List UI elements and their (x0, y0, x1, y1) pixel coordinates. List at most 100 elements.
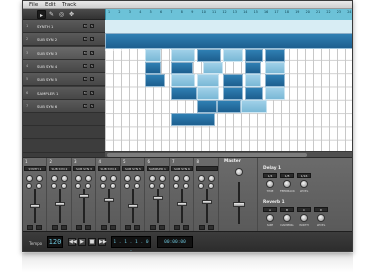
strip-knob[interactable] (36, 183, 42, 189)
strip-fader-cap[interactable] (128, 204, 138, 208)
strip-mute-button[interactable] (174, 225, 180, 230)
note-block[interactable] (171, 49, 195, 62)
track-solo-button[interactable]: S (90, 103, 94, 108)
eraser-tool-icon[interactable]: ◎ (57, 10, 66, 19)
strip-knob[interactable] (197, 183, 204, 189)
strip-knob[interactable] (26, 175, 33, 182)
strip-knob[interactable] (36, 175, 43, 182)
strip-solo-button[interactable] (60, 225, 67, 230)
strip-knob[interactable] (109, 183, 116, 189)
strip-mute-button[interactable] (198, 225, 205, 230)
strip-knob[interactable] (134, 183, 140, 189)
note-block[interactable] (265, 74, 285, 87)
strip-fader-cap[interactable] (177, 202, 187, 206)
rewind-button[interactable]: ◀◀ (68, 238, 77, 246)
strip-knob[interactable] (148, 183, 155, 189)
note-block[interactable] (265, 87, 285, 100)
strip-mute-button[interactable] (149, 225, 156, 230)
strip-knob[interactable] (75, 175, 82, 182)
strip-solo-button[interactable] (207, 225, 214, 230)
menu-edit[interactable]: Edit (45, 1, 56, 9)
strip-knob[interactable] (60, 183, 67, 189)
track-mute-button[interactable]: M (83, 63, 87, 68)
strip-knob[interactable] (99, 183, 106, 189)
menu-file[interactable]: File (29, 1, 38, 9)
track-mute-button[interactable]: M (83, 103, 87, 108)
strip-instrument-select[interactable]: SYNTH 1 (24, 166, 46, 171)
reverb-preset-button[interactable]: D (314, 207, 328, 212)
strip-solo-button[interactable] (134, 225, 140, 230)
strip-instrument-select[interactable]: SUB SYN 6 (171, 166, 193, 171)
strip-knob[interactable] (197, 175, 205, 182)
strip-fader-cap[interactable] (30, 204, 40, 208)
strip-knob[interactable] (85, 175, 92, 182)
track-row[interactable]: 5 SUB SYN 5 MS (23, 73, 105, 87)
track-row[interactable]: 1 SYNTH 1 MS (23, 20, 105, 33)
note-block[interactable] (217, 100, 241, 113)
master-pan-knob[interactable] (235, 168, 243, 176)
track-solo-button[interactable]: S (90, 63, 94, 68)
strip-knob[interactable] (109, 175, 117, 182)
note-block[interactable] (171, 87, 197, 100)
menu-track[interactable]: Track (62, 1, 76, 9)
track-solo-button[interactable]: S (90, 77, 94, 82)
strip-solo-button[interactable] (109, 225, 116, 230)
track-row[interactable]: 6 SAMPLER 1 MS (23, 86, 105, 100)
delay-knob[interactable] (300, 180, 308, 188)
strip-knob[interactable] (158, 183, 165, 189)
track-row[interactable]: 4 SUB SYN 4 MS (23, 59, 105, 73)
strip-knob[interactable] (85, 183, 91, 189)
note-block[interactable] (171, 74, 195, 87)
strip-instrument-select[interactable]: SUB SYN 4 (97, 166, 120, 171)
note-block[interactable] (197, 74, 219, 87)
note-block[interactable] (223, 74, 243, 87)
track-row[interactable]: 7 SUB SYN 6 MS (23, 99, 105, 113)
tempo-display[interactable]: 120 (47, 236, 63, 248)
strip-mute-button[interactable] (100, 225, 107, 230)
note-block[interactable] (223, 87, 243, 100)
pointer-tool-icon[interactable]: ▸ (37, 10, 46, 19)
strip-knob[interactable] (173, 183, 179, 189)
delay-preset-button[interactable]: 1/8 (280, 173, 294, 178)
note-block[interactable] (197, 100, 217, 113)
strip-knob[interactable] (207, 183, 214, 189)
strip-knob[interactable] (124, 175, 131, 182)
reverb-knob[interactable] (283, 214, 291, 222)
stop-button[interactable]: ■ (88, 238, 96, 246)
strip-mute-button[interactable] (76, 225, 82, 230)
track-solo-button[interactable]: S (90, 90, 94, 95)
strip-mute-button[interactable] (125, 225, 131, 230)
note-block[interactable] (105, 49, 129, 51)
strip-solo-button[interactable] (36, 225, 42, 230)
strip-knob[interactable] (60, 175, 68, 182)
strip-mute-button[interactable] (27, 225, 33, 230)
strip-knob[interactable] (50, 175, 58, 182)
note-block[interactable] (245, 62, 261, 74)
strip-fader-cap[interactable] (54, 202, 65, 206)
note-block[interactable] (265, 62, 285, 74)
strip-knob[interactable] (148, 175, 156, 182)
strip-fader-cap[interactable] (201, 200, 212, 204)
strip-mute-button[interactable] (51, 225, 58, 230)
strip-fader-cap[interactable] (79, 194, 89, 198)
reverb-preset-button[interactable]: A (263, 207, 277, 212)
pencil-tool-icon[interactable]: ✎ (47, 10, 56, 19)
strip-instrument-select[interactable]: SUB SYN 2 (48, 166, 71, 171)
note-block[interactable] (223, 49, 243, 62)
delay-knob[interactable] (283, 180, 291, 188)
note-block[interactable] (105, 33, 352, 49)
track-solo-button[interactable]: S (90, 24, 94, 28)
strip-solo-button[interactable] (183, 225, 189, 230)
note-grid[interactable] (105, 20, 352, 157)
note-block[interactable] (145, 49, 161, 62)
strip-knob[interactable] (158, 175, 166, 182)
note-block[interactable] (245, 74, 261, 87)
note-block[interactable] (145, 62, 161, 74)
delay-preset-button[interactable]: 1/16 (297, 173, 311, 178)
track-row[interactable]: 3 SUB SYN 3 MS (23, 46, 105, 60)
strip-knob[interactable] (50, 183, 57, 189)
timeline-ruler[interactable]: 1234567891011121314151617181920212223242… (105, 9, 352, 20)
reverb-preset-button[interactable]: B (280, 207, 294, 212)
track-mute-button[interactable]: M (83, 24, 87, 28)
note-block[interactable] (203, 62, 223, 74)
